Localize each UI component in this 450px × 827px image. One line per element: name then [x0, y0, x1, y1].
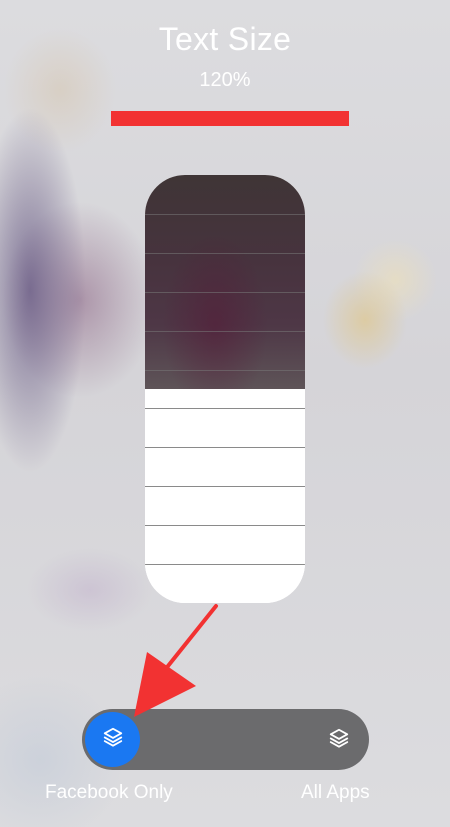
- slider-step-divider: [145, 214, 305, 215]
- text-size-slider[interactable]: [145, 175, 305, 603]
- slider-step-divider: [145, 370, 305, 371]
- slider-step-divider: [145, 331, 305, 332]
- slider-step-divider: [145, 564, 305, 565]
- page-title: Text Size: [158, 21, 292, 57]
- all-apps-label: All Apps: [301, 782, 370, 803]
- slider-step-divider: [145, 486, 305, 487]
- layers-icon: [328, 727, 350, 754]
- slider-step-divider: [145, 447, 305, 448]
- slider-track: [145, 175, 305, 389]
- layers-icon: [102, 726, 124, 753]
- facebook-only-label: Facebook Only: [45, 782, 173, 803]
- slider-fill: [145, 389, 305, 603]
- text-size-percent: 120%: [199, 69, 251, 91]
- slider-step-divider: [145, 292, 305, 293]
- scope-toggle[interactable]: [82, 709, 369, 770]
- facebook-only-toggle-option[interactable]: [85, 712, 140, 767]
- slider-step-divider: [145, 253, 305, 254]
- annotation-highlight-bar: [111, 111, 349, 126]
- slider-step-divider: [145, 525, 305, 526]
- all-apps-toggle-option[interactable]: [325, 726, 353, 754]
- slider-step-divider: [145, 408, 305, 409]
